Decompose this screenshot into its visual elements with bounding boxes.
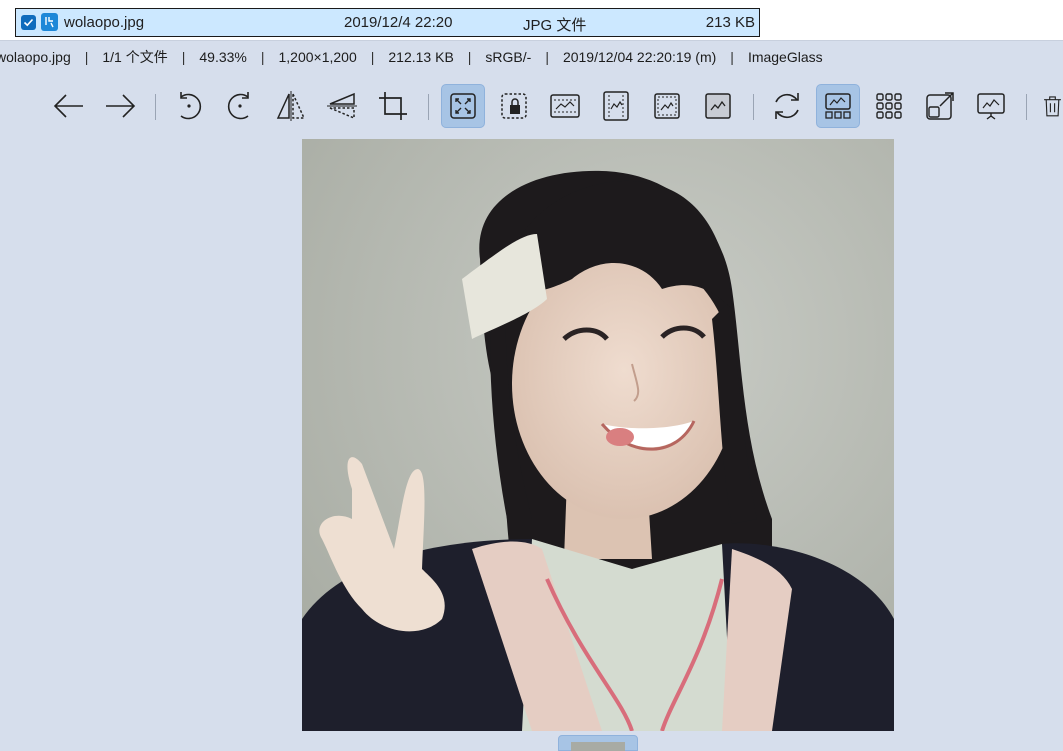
toolbar-separator [155,94,156,120]
scale-to-fill-button[interactable] [696,84,740,128]
file-explorer-strip: wolaopo.jpg 2019/12/4 22:20 JPG 文件 213 K… [0,0,1063,41]
rotate-left-icon [180,92,202,120]
thumbnail-image [571,742,625,751]
info-modified-date: 2019/12/04 22:20:19 (m) [562,49,717,65]
next-image-button[interactable] [98,84,142,128]
toolbar-separator [753,94,754,120]
delete-button[interactable] [1038,84,1063,128]
thumbnail-bar-icon [825,93,851,119]
fullscreen-button[interactable] [918,84,962,128]
info-zoom: 49.33% [199,49,247,65]
file-size: 213 KB [705,14,755,31]
flip-vertical-icon [327,92,357,120]
scale-to-height-icon [603,91,629,121]
flip-vertical-button[interactable] [320,84,364,128]
file-type: JPG 文件 [523,17,587,34]
checkbox-icon[interactable] [21,15,36,30]
flip-horizontal-icon [276,91,306,121]
lock-zoom-icon [501,93,527,119]
selected-file-row[interactable]: wolaopo.jpg 2019/12/4 22:20 JPG 文件 213 K… [15,8,760,37]
photo-image [302,139,894,731]
toolbar-separator [428,94,429,120]
scale-to-width-icon [550,94,580,118]
info-color-profile: sRGB/- [485,49,532,65]
info-file-index: 1/1 个文件 [102,49,168,65]
image-info-bar: wolaopo.jpg | 1/1 个文件 | 49.33% | 1,200×1,200 | 2… [0,47,1063,69]
main-toolbar [0,84,1063,130]
gallery-button[interactable] [867,84,911,128]
imageglass-file-icon [41,13,58,31]
slideshow-button[interactable] [969,84,1013,128]
scale-to-height-button[interactable] [594,84,638,128]
auto-zoom-button[interactable] [441,84,485,128]
rotate-right-button[interactable] [218,84,262,128]
info-app-name: ImageGlass [747,49,823,65]
info-dimensions: 1,200×1,200 [278,49,357,65]
fullscreen-icon [926,92,954,120]
trash-icon [1044,96,1061,117]
toolbar-separator [1026,94,1027,120]
file-date: 2019/12/4 22:20 [344,14,453,31]
file-name: wolaopo.jpg [64,14,145,31]
thumbnail-bar-button[interactable] [816,84,860,128]
previous-image-button[interactable] [47,84,91,128]
scale-to-fit-icon [654,93,680,119]
refresh-button[interactable] [765,84,809,128]
info-filesize: 212.13 KB [388,49,454,65]
auto-zoom-icon [450,93,476,119]
slideshow-icon [977,93,1005,120]
arrow-right-icon [106,94,136,118]
imageglass-window: wolaopo.jpg 2019/12/4 22:20 JPG 文件 213 K… [0,0,1063,751]
info-filename: wolaopo.jpg [0,49,71,65]
thumbnail-item[interactable] [558,735,638,751]
gallery-grid-icon [876,93,902,119]
rotate-left-button[interactable] [167,84,211,128]
scale-to-fill-icon [705,93,731,119]
scale-to-fit-button[interactable] [645,84,689,128]
crop-button[interactable] [371,84,415,128]
flip-horizontal-button[interactable] [269,84,313,128]
crop-icon [379,92,407,120]
scale-to-width-button[interactable] [543,84,587,128]
lock-zoom-button[interactable] [492,84,536,128]
image-viewer[interactable] [302,139,894,731]
refresh-icon [775,93,799,119]
arrow-left-icon [53,94,83,118]
rotate-right-icon [227,92,249,120]
